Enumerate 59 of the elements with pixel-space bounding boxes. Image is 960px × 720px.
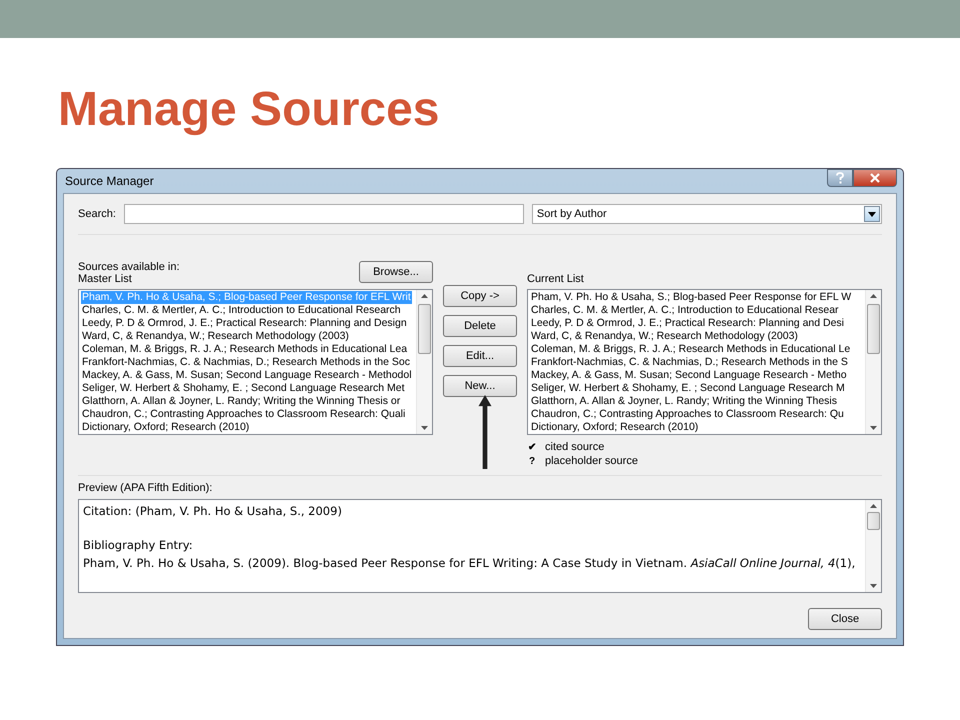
close-button[interactable]: Close xyxy=(808,608,882,630)
source-item[interactable]: Coleman, M. & Briggs, R. J. A.; Research Methods in Educational Lea xyxy=(81,343,408,356)
scroll-thumb[interactable] xyxy=(867,512,880,530)
source-item[interactable]: Chaudron, C.; Contrasting Approaches to Classroom Research: Qu xyxy=(530,408,845,421)
preview-label: Preview (APA Fifth Edition): xyxy=(78,482,214,494)
bibliography-entry: Pham, V. Ph. Ho & Usaha, S. (2009). Blog-based Peer Response for EFL Writing: A Case Study in Vietnam. AsiaCall Online Journal, 4(1), xyxy=(83,555,856,572)
source-item[interactable]: Chaudron, C.; Contrasting Approaches to Classroom Research: Quali xyxy=(81,408,406,421)
current-list-label: Current List xyxy=(527,273,584,285)
citation-text: Citation: (Pham, V. Ph. Ho & Usaha, S., 2009) xyxy=(83,503,343,520)
source-item[interactable]: Charles, C. M. & Mertler, A. C.; Introduction to Educational Resear xyxy=(530,304,840,317)
scrollbar[interactable] xyxy=(865,500,881,592)
source-item[interactable]: Leedy, P. D & Ormrod, J. E.; Practical Research: Planning and Desi xyxy=(530,317,846,330)
source-item[interactable]: Charles, C. M. & Mertler, A. C.; Introduction to Educational Research xyxy=(81,304,402,317)
source-item[interactable]: Dictionary, Oxford; Research (2010) xyxy=(530,421,700,434)
slide-title: Manage Sources xyxy=(58,82,440,138)
source-item[interactable]: Ward, C, & Renandya, W.; Research Methodology (2003) xyxy=(530,330,799,343)
scrollbar[interactable] xyxy=(865,290,881,434)
new-button[interactable]: New... xyxy=(443,375,517,397)
scroll-thumb[interactable] xyxy=(867,304,880,354)
legend-symbol: ? xyxy=(528,456,536,466)
source-item[interactable]: Frankfort-Nachmias, C. & Nachmias, D.; Research Methods in the Soc xyxy=(81,356,411,369)
search-label: Search: xyxy=(78,208,116,220)
scroll-down-icon[interactable] xyxy=(870,426,877,430)
source-item[interactable]: Glatthorn, A. Allan & Joyner, L. Randy; Writing the Winning Thesis or xyxy=(81,395,402,408)
source-item[interactable]: Pham, V. Ph. Ho & Usaha, S.; Blog-based Peer Response for EFL W xyxy=(530,291,852,304)
source-item[interactable]: Seliger, W. Herbert & Shohamy, E. ; Second Language Research Met xyxy=(81,382,406,395)
bibliography-heading: Bibliography Entry: xyxy=(83,537,194,554)
source-item[interactable]: Mackey, A. & Gass, M. Susan; Second Language Research - Metho xyxy=(530,369,848,382)
scroll-down-icon[interactable] xyxy=(870,584,877,588)
help-button[interactable] xyxy=(827,169,853,187)
source-item[interactable]: Dictionary, Oxford; Research (2010) xyxy=(81,421,250,434)
source-item[interactable]: Glatthorn, A. Allan & Joyner, L. Randy; Writing the Winning Thesis xyxy=(530,395,838,408)
copy-button[interactable]: Copy -> xyxy=(443,285,517,307)
sources-label: Sources available in: xyxy=(78,261,180,273)
source-item[interactable]: Seliger, W. Herbert & Shohamy, E. ; Second Language Research M xyxy=(530,382,846,395)
source-item[interactable]: Mackey, A. & Gass, M. Susan; Second Language Research - Methodol xyxy=(81,369,413,382)
browse-button[interactable]: Browse... xyxy=(359,261,433,283)
edit-button[interactable]: Edit... xyxy=(443,345,517,367)
scroll-up-icon[interactable] xyxy=(421,294,428,298)
search-field[interactable] xyxy=(124,204,524,224)
close-icon xyxy=(869,173,881,183)
legend-symbol: ✔ xyxy=(527,441,537,453)
scroll-up-icon[interactable] xyxy=(870,294,877,298)
scroll-thumb[interactable] xyxy=(418,304,431,354)
source-item[interactable]: Leedy, P. D & Ormrod, J. E.; Practical Research: Planning and Design xyxy=(81,317,408,330)
master-list-label: Master List xyxy=(78,273,133,285)
legend-text: placeholder source xyxy=(545,455,638,467)
window-title: Source Manager xyxy=(64,174,154,188)
close-button[interactable] xyxy=(853,169,897,187)
source-item[interactable]: Ward, C, & Renandya, W.; Research Methodology (2003) xyxy=(81,330,350,343)
sort-dropdown[interactable]: Sort by Author xyxy=(532,204,882,224)
legend-text: cited source xyxy=(545,441,604,453)
source-item[interactable]: Coleman, M. & Briggs, R. J. A.; Research Methods in Educational Le xyxy=(530,343,852,356)
delete-button[interactable]: Delete xyxy=(443,315,517,337)
help-icon xyxy=(835,172,845,184)
scroll-down-icon[interactable] xyxy=(421,426,428,430)
source-item[interactable]: Frankfort-Nachmias, C. & Nachmias, D.; Research Methods in the S xyxy=(530,356,849,369)
scroll-up-icon[interactable] xyxy=(870,504,877,508)
scrollbar[interactable] xyxy=(416,290,432,434)
